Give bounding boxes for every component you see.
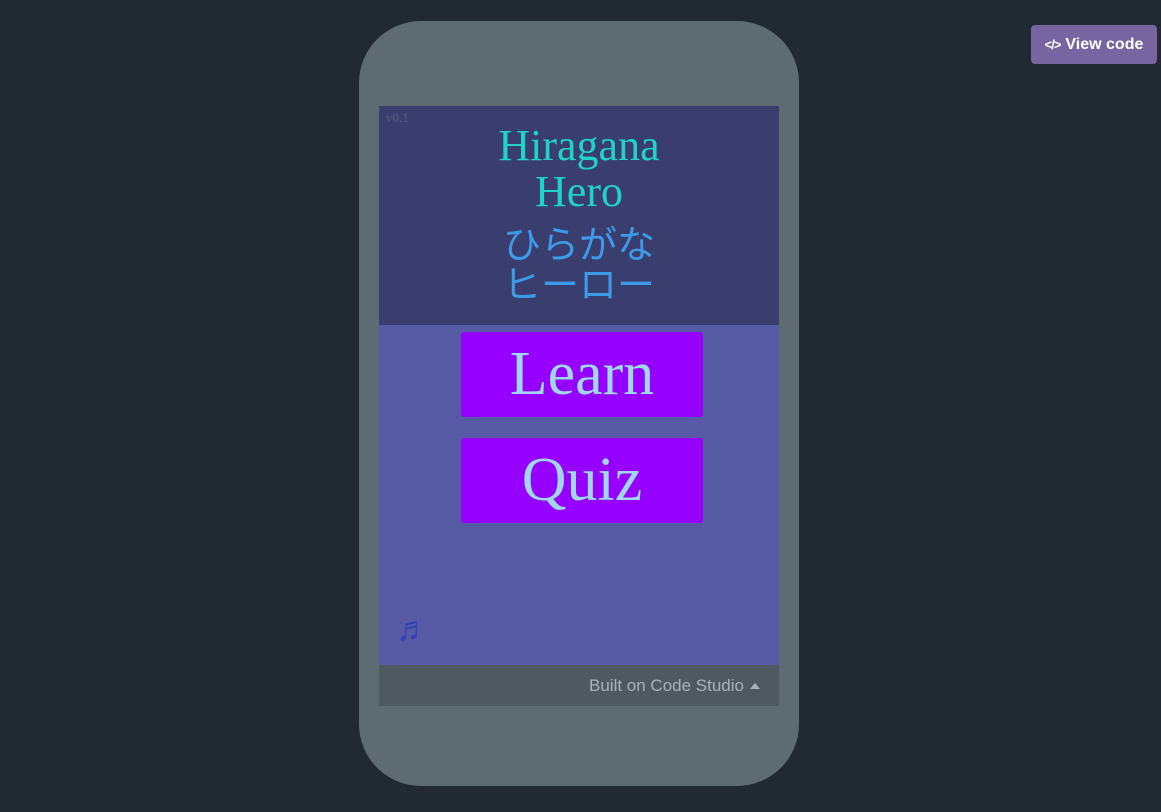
view-code-button[interactable]: </> View code <box>1031 25 1157 64</box>
header-panel: v0.1 Hiragana Hero ひらがな ヒーロー <box>379 106 779 325</box>
caret-up-icon <box>750 682 760 689</box>
menu-panel: Learn Quiz ♬ <box>379 325 779 665</box>
title-jp-line-2: ヒーロー <box>502 263 655 307</box>
app-screen: v0.1 Hiragana Hero ひらがな ヒーロー Learn Quiz … <box>379 106 779 706</box>
view-code-label: View code <box>1065 35 1144 53</box>
music-note-icon[interactable]: ♬ <box>396 609 430 649</box>
quiz-button-label: Quiz <box>521 446 643 514</box>
learn-button-label: Learn <box>509 340 655 408</box>
title-en-line-2: Hero <box>535 167 623 216</box>
title-jp-line-1: ひらがな <box>502 223 655 267</box>
app-title-japanese: ひらがな ヒーロー <box>379 225 779 305</box>
title-en-line-1: Hiragana <box>498 121 660 170</box>
code-icon: </> <box>1044 37 1062 52</box>
quiz-button[interactable]: Quiz <box>461 438 703 523</box>
footer-text: Built on Code Studio <box>589 675 744 695</box>
app-title-english: Hiragana Hero <box>379 123 779 215</box>
learn-button[interactable]: Learn <box>461 332 703 417</box>
built-on-code-studio-bar[interactable]: Built on Code Studio <box>379 665 779 706</box>
